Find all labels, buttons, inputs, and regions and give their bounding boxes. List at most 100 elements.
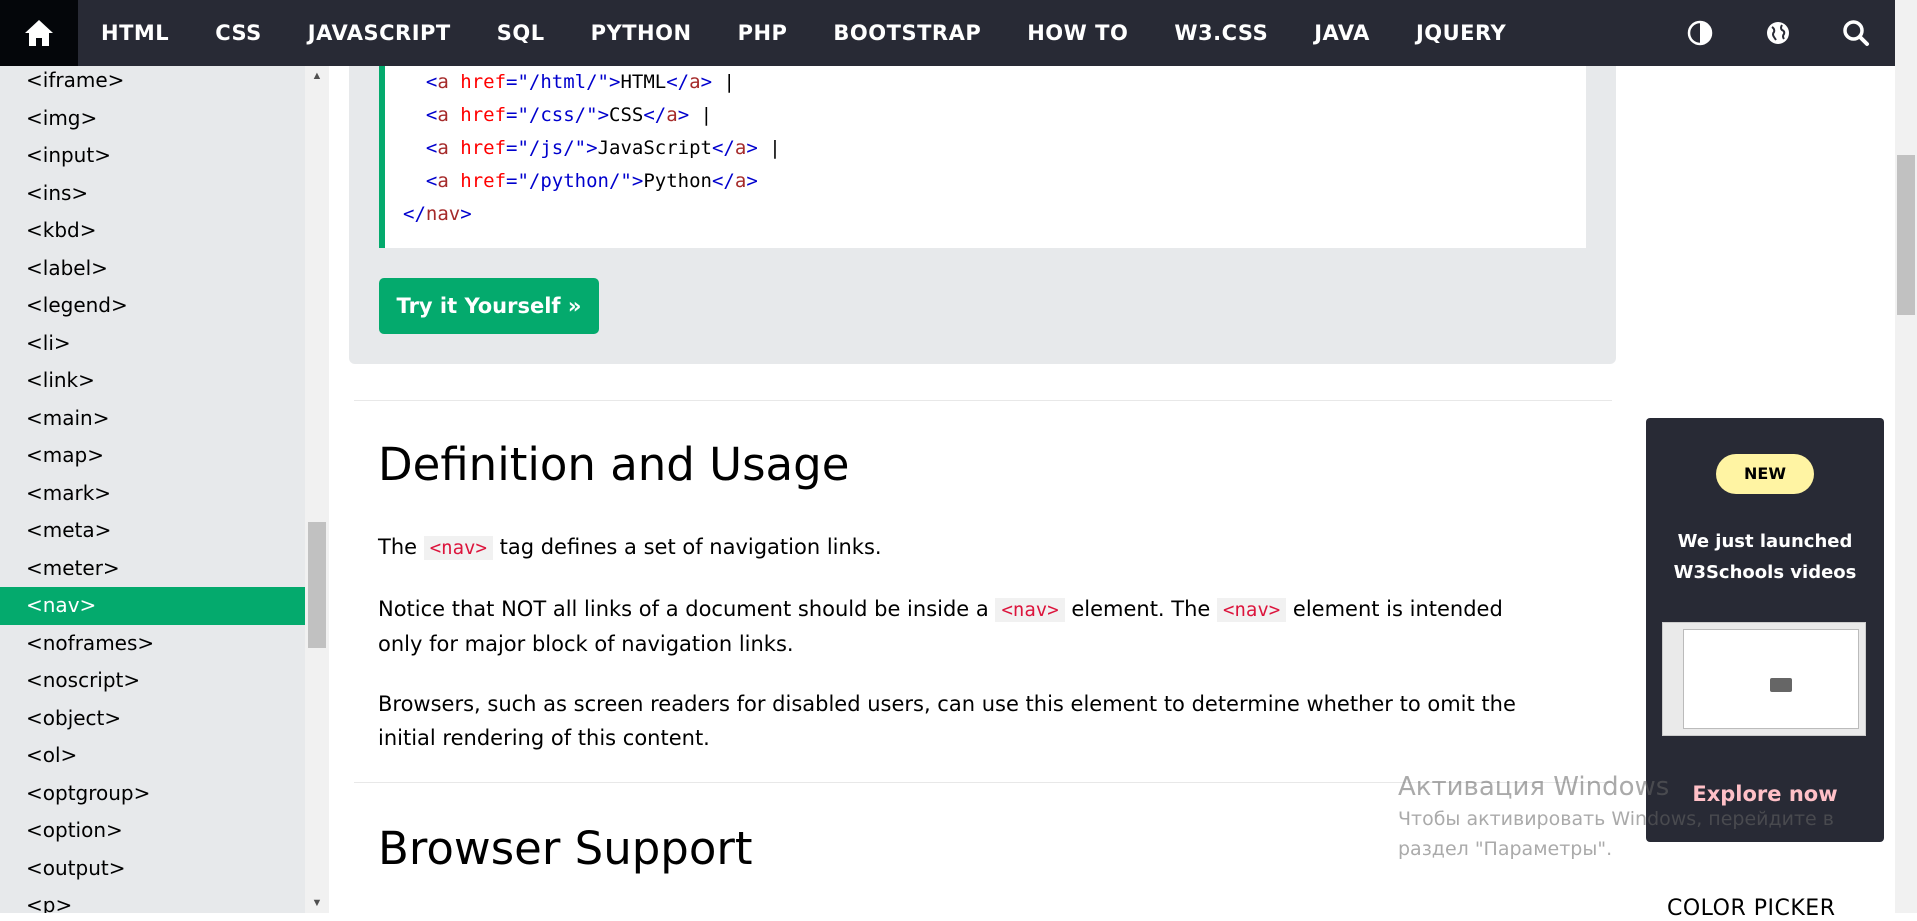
sidebar-item-mark[interactable]: <mark>	[0, 475, 305, 513]
code-bracket: </	[711, 170, 735, 192]
code-attr-name: href	[460, 170, 507, 192]
sidebar-item-output[interactable]: <output>	[0, 850, 305, 888]
nav-right-icons	[1661, 0, 1895, 66]
left-sidebar: <iframe> <img> <input> <ins> <kbd> <label> <le…	[0, 66, 305, 913]
scroll-down-arrow-icon[interactable]: ▼	[305, 893, 329, 913]
text: tag defines a set of navigation links.	[492, 535, 882, 559]
code-tag-name: a	[437, 104, 449, 126]
nav-link-java[interactable]: JAVA	[1291, 0, 1393, 66]
sidebar-item-meter[interactable]: <meter>	[0, 550, 305, 588]
nav-link-html[interactable]: HTML	[78, 0, 192, 66]
code-separator: |	[757, 137, 781, 159]
language-button[interactable]	[1739, 0, 1817, 66]
code-line: <a href="/js/">JavaScript</a> |	[385, 132, 1586, 165]
try-it-yourself-button[interactable]: Try it Yourself »	[379, 278, 599, 334]
code-href: /css/	[528, 104, 587, 126]
sidebar-item-noscript[interactable]: <noscript>	[0, 662, 305, 700]
text: Notice that NOT all links of a document …	[378, 597, 996, 621]
search-icon	[1843, 20, 1869, 46]
nav-link-javascript[interactable]: JAVASCRIPT	[285, 0, 474, 66]
code-quote: "	[597, 71, 609, 93]
sidebar-item-ins[interactable]: <ins>	[0, 175, 305, 213]
definition-paragraph-2: Notice that NOT all links of a document …	[378, 592, 1538, 661]
sidebar-item-noframes[interactable]: <noframes>	[0, 625, 305, 663]
code-line: <a href="/html/">HTML</a> |	[385, 66, 1586, 99]
code-line-closing: </nav>	[385, 198, 1586, 231]
search-button[interactable]	[1817, 0, 1895, 66]
code-separator: |	[689, 104, 713, 126]
code-bracket: </	[643, 104, 667, 126]
nav-link-bootstrap[interactable]: BOOTSTRAP	[810, 0, 1004, 66]
sidebar-item-map[interactable]: <map>	[0, 437, 305, 475]
sidebar-item-li[interactable]: <li>	[0, 325, 305, 363]
sidebar-item-label[interactable]: <label>	[0, 250, 305, 288]
page-scroll-thumb[interactable]	[1897, 155, 1915, 315]
sidebar-item-ol[interactable]: <ol>	[0, 737, 305, 775]
nav-link-css[interactable]: CSS	[192, 0, 285, 66]
home-button[interactable]	[0, 0, 78, 66]
sidebar-item-input[interactable]: <input>	[0, 137, 305, 175]
sidebar-item-meta[interactable]: <meta>	[0, 512, 305, 550]
globe-icon	[1767, 22, 1789, 44]
sidebar-scrollbar[interactable]: ▲ ▼	[305, 66, 329, 913]
video-thumbnail[interactable]	[1662, 622, 1866, 736]
sidebar-item-img[interactable]: <img>	[0, 100, 305, 138]
watermark-subtitle: Чтобы активировать Windows, перейдите в …	[1398, 808, 1834, 860]
code-equals: ="	[506, 71, 529, 93]
nav-link-jquery[interactable]: JQUERY	[1393, 0, 1529, 66]
code-bracket: </	[403, 203, 426, 225]
sidebar-item-nav[interactable]: <nav>	[0, 587, 305, 625]
nav-code: <nav>	[1217, 598, 1287, 622]
sidebar-item-iframe[interactable]: <iframe>	[0, 66, 305, 100]
code-tag-name: a	[734, 137, 747, 159]
code-link-text: Python	[643, 170, 712, 192]
code-bracket: >	[746, 137, 758, 159]
page-scrollbar[interactable]	[1895, 0, 1917, 913]
sidebar-scroll-thumb[interactable]	[308, 522, 326, 648]
sidebar-item-kbd[interactable]: <kbd>	[0, 212, 305, 250]
scroll-up-arrow-icon[interactable]: ▲	[305, 66, 329, 86]
sidebar-item-link[interactable]: <link>	[0, 362, 305, 400]
code-block: <a href="/html/">HTML</a> | <a href="/cs…	[379, 66, 1586, 248]
code-separator: |	[712, 71, 735, 93]
nav-link-how-to[interactable]: HOW TO	[1004, 0, 1151, 66]
play-icon	[1770, 678, 1792, 692]
code-quote: "	[620, 170, 632, 192]
code-bracket: >	[460, 203, 472, 225]
code-tag-name: nav	[425, 203, 461, 225]
code-attr-name: href	[460, 137, 507, 159]
nav-link-w3-css[interactable]: W3.CSS	[1151, 0, 1291, 66]
example-box: <a href="/html/">HTML</a> | <a href="/cs…	[349, 66, 1616, 364]
sidebar-item-main[interactable]: <main>	[0, 400, 305, 438]
nav-link-sql[interactable]: SQL	[474, 0, 568, 66]
nav-link-php[interactable]: PHP	[715, 0, 811, 66]
code-tag-name: a	[437, 137, 449, 159]
code-bracket: </	[711, 137, 735, 159]
sidebar-item-legend[interactable]: <legend>	[0, 287, 305, 325]
code-bracket: >	[631, 170, 644, 192]
code-bracket: >	[700, 71, 713, 93]
sidebar-item-object[interactable]: <object>	[0, 700, 305, 738]
sidebar-tag-list: <iframe> <img> <input> <ins> <kbd> <label> <le…	[0, 66, 305, 913]
code-link-text: JavaScript	[597, 137, 712, 159]
sidebar-item-p[interactable]: <p>	[0, 887, 305, 913]
nav-code: <nav>	[423, 536, 493, 560]
theme-toggle-button[interactable]	[1661, 0, 1739, 66]
code-equals: ="	[506, 137, 529, 159]
code-bracket: <	[425, 170, 438, 192]
code-bracket: >	[746, 170, 758, 192]
nav-link-python[interactable]: PYTHON	[568, 0, 715, 66]
sidebar-item-option[interactable]: <option>	[0, 812, 305, 850]
color-picker-heading: COLOR PICKER	[1667, 896, 1836, 921]
code-bracket: >	[597, 104, 610, 126]
windows-activation-watermark: Активация Windows Чтобы активировать Win…	[1398, 770, 1878, 864]
sidebar-item-optgroup[interactable]: <optgroup>	[0, 775, 305, 813]
code-bracket: >	[677, 104, 690, 126]
code-tag-name: a	[689, 71, 701, 93]
